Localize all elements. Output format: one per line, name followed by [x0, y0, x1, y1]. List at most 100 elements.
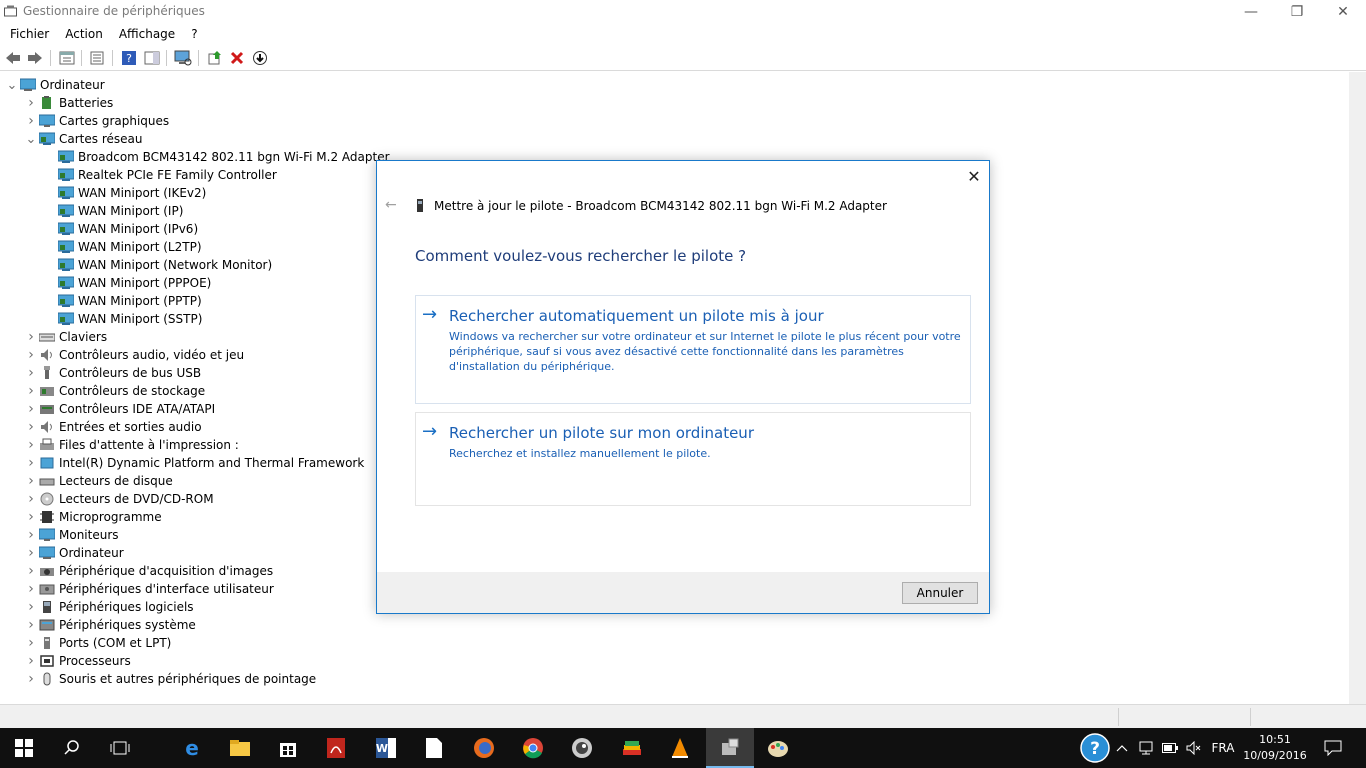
tree-category[interactable]: › Microprogramme	[25, 508, 161, 526]
properties-icon[interactable]	[58, 49, 76, 67]
chevron-right-icon[interactable]: ›	[25, 652, 37, 670]
chevron-right-icon[interactable]: ›	[25, 472, 37, 490]
chevron-right-icon[interactable]: ›	[25, 328, 37, 346]
chevron-right-icon[interactable]: ›	[25, 670, 37, 688]
action-pane-icon[interactable]	[143, 49, 161, 67]
chevron-right-icon[interactable]: ›	[25, 598, 37, 616]
chevron-right-icon[interactable]: ›	[25, 382, 37, 400]
chevron-right-icon[interactable]: ›	[25, 364, 37, 382]
tree-category[interactable]: › Périphériques système	[25, 616, 196, 634]
tree-device[interactable]: WAN Miniport (PPTP)	[44, 292, 202, 310]
chevron-right-icon[interactable]: ›	[25, 544, 37, 562]
tree-category[interactable]: › Entrées et sorties audio	[25, 418, 201, 436]
file-explorer-icon[interactable]	[216, 728, 264, 768]
chevron-up-icon[interactable]	[1114, 728, 1130, 768]
vertical-scrollbar[interactable]	[1349, 72, 1366, 704]
tree-category[interactable]: › Batteries	[25, 94, 113, 112]
word-icon[interactable]: W	[362, 728, 410, 768]
chevron-right-icon[interactable]: ›	[25, 616, 37, 634]
chevron-right-icon[interactable]: ›	[25, 94, 37, 112]
store-icon[interactable]	[264, 728, 312, 768]
menu-help[interactable]: ?	[183, 27, 205, 41]
tree-device[interactable]: WAN Miniport (IP)	[44, 202, 183, 220]
device-list-icon[interactable]	[88, 49, 106, 67]
search-automatically-option[interactable]: → Rechercher automatiquement un pilote m…	[415, 295, 971, 404]
start-windows-icon[interactable]	[0, 728, 48, 768]
chevron-right-icon[interactable]: ›	[25, 508, 37, 526]
chevron-right-icon[interactable]: ›	[25, 436, 37, 454]
tree-device[interactable]: Broadcom BCM43142 802.11 bgn Wi-Fi M.2 A…	[44, 148, 390, 166]
uninstall-icon[interactable]	[228, 49, 246, 67]
language-indicator[interactable]: FRA	[1208, 728, 1238, 768]
tree-category[interactable]: › Intel(R) Dynamic Platform and Thermal F…	[25, 454, 364, 472]
install-download-icon[interactable]	[251, 49, 269, 67]
tree-category[interactable]: › Claviers	[25, 328, 107, 346]
vlc-icon[interactable]	[656, 728, 704, 768]
action-center-icon[interactable]	[1320, 728, 1346, 768]
tree-device[interactable]: Realtek PCIe FE Family Controller	[44, 166, 277, 184]
chevron-right-icon[interactable]: ›	[25, 562, 37, 580]
tree-category[interactable]: › Processeurs	[25, 652, 131, 670]
chevron-right-icon[interactable]: ›	[25, 400, 37, 418]
close-button[interactable]: ✕	[1320, 0, 1366, 23]
tree-root-computer[interactable]: ⌄ Ordinateur	[6, 76, 105, 94]
chevron-right-icon[interactable]: ›	[25, 634, 37, 652]
chevron-right-icon[interactable]: ›	[25, 112, 37, 130]
help-icon[interactable]: ?	[120, 49, 138, 67]
tree-category[interactable]: › Moniteurs	[25, 526, 118, 544]
search-icon[interactable]	[48, 728, 96, 768]
pdf-reader-icon[interactable]	[312, 728, 360, 768]
network-tray-icon[interactable]	[1136, 728, 1156, 768]
document-icon[interactable]	[410, 728, 458, 768]
tree-device[interactable]: WAN Miniport (IKEv2)	[44, 184, 206, 202]
tree-category[interactable]: › Contrôleurs IDE ATA/ATAPI	[25, 400, 215, 418]
help-tray-icon[interactable]: ?	[1078, 728, 1112, 768]
chevron-down-icon[interactable]: ⌄	[6, 76, 18, 94]
chevron-right-icon[interactable]: ›	[25, 454, 37, 472]
tree-category[interactable]: › Périphérique d'acquisition d'images	[25, 562, 273, 580]
volume-muted-icon[interactable]	[1184, 728, 1204, 768]
tree-category[interactable]: › Lecteurs de DVD/CD-ROM	[25, 490, 213, 508]
media-player-icon[interactable]	[558, 728, 606, 768]
chevron-right-icon[interactable]: ›	[25, 418, 37, 436]
cancel-button[interactable]: Annuler	[902, 582, 978, 604]
tree-category[interactable]: › Cartes graphiques	[25, 112, 169, 130]
chevron-right-icon[interactable]: ›	[25, 526, 37, 544]
tree-device[interactable]: WAN Miniport (Network Monitor)	[44, 256, 272, 274]
edge-icon[interactable]: e	[168, 728, 216, 768]
maximize-button[interactable]: ❐	[1274, 0, 1320, 23]
paint-icon[interactable]	[754, 728, 802, 768]
menu-action[interactable]: Action	[57, 27, 111, 41]
tree-device[interactable]: WAN Miniport (PPPOE)	[44, 274, 211, 292]
chevron-right-icon[interactable]: ›	[25, 580, 37, 598]
back-button[interactable]: ←	[385, 197, 397, 213]
tree-category[interactable]: › Lecteurs de disque	[25, 472, 173, 490]
scan-hardware-icon[interactable]	[174, 49, 192, 67]
tree-category[interactable]: › Ordinateur	[25, 544, 124, 562]
chrome-icon[interactable]	[509, 728, 557, 768]
dialog-close-button[interactable]: ✕	[962, 165, 986, 187]
battery-tray-icon[interactable]	[1160, 728, 1180, 768]
browse-computer-option[interactable]: → Rechercher un pilote sur mon ordinateu…	[415, 412, 971, 506]
tree-device[interactable]: WAN Miniport (L2TP)	[44, 238, 202, 256]
tree-category[interactable]: › Périphériques logiciels	[25, 598, 193, 616]
menu-affichage[interactable]: Affichage	[111, 27, 183, 41]
tree-category[interactable]: › Ports (COM et LPT)	[25, 634, 171, 652]
tree-category[interactable]: › Périphériques d'interface utilisateur	[25, 580, 274, 598]
chevron-down-icon[interactable]: ⌄	[25, 130, 37, 148]
tree-category[interactable]: › Contrôleurs de stockage	[25, 382, 205, 400]
update-driver-icon[interactable]	[206, 49, 224, 67]
tree-category[interactable]: › Contrôleurs audio, vidéo et jeu	[25, 346, 244, 364]
tree-category[interactable]: › Files d'attente à l'impression :	[25, 436, 239, 454]
chevron-right-icon[interactable]: ›	[25, 490, 37, 508]
firefox-icon[interactable]	[460, 728, 508, 768]
forward-arrow-icon[interactable]	[26, 49, 44, 67]
back-arrow-icon[interactable]	[4, 49, 22, 67]
device-manager-taskbar-icon[interactable]	[706, 728, 754, 768]
tree-category[interactable]: ⌄ Cartes réseau	[25, 130, 143, 148]
clock[interactable]: 10:51 10/09/2016	[1240, 732, 1310, 764]
tree-category[interactable]: › Contrôleurs de bus USB	[25, 364, 201, 382]
chevron-right-icon[interactable]: ›	[25, 346, 37, 364]
minimize-button[interactable]: —	[1228, 0, 1274, 23]
tree-category[interactable]: › Souris et autres périphériques de point…	[25, 670, 316, 688]
